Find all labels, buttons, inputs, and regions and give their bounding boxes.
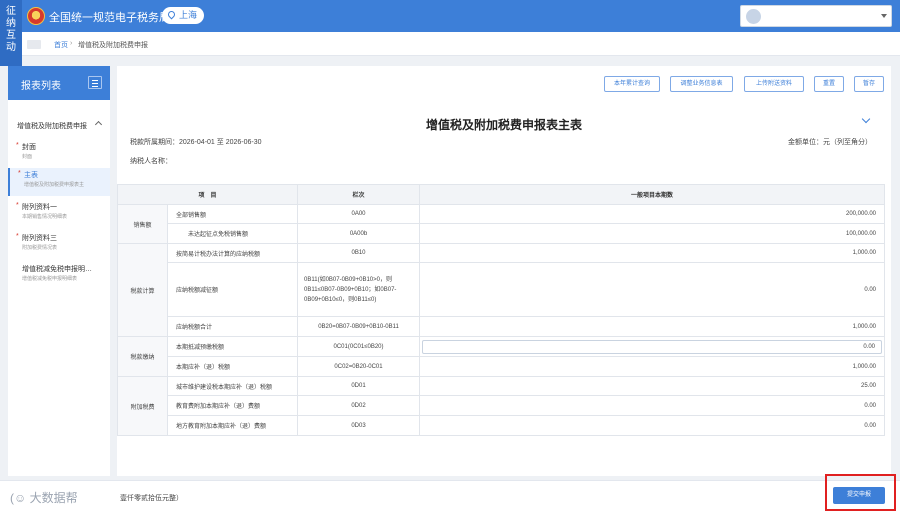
user-menu[interactable] (740, 5, 892, 27)
list-collapse-icon[interactable] (88, 76, 102, 89)
row-value: 1,000.00 (419, 356, 886, 377)
row-value: 1,000.00 (419, 316, 886, 337)
table-row: 地方教育附加本期应补（退）费额 0D03 0.00 (118, 415, 886, 436)
vat-main-table: 项 目 栏次 一般项目本期数 销售额 全部销售额 0A00 200,000.00… (116, 184, 886, 436)
report-item-cover[interactable]: * 封面 封面 (8, 140, 110, 168)
main-form-panel: 本年累计查询 调整业务信息表 上传附送资料 重置 暂存 增值税及附加税费申报表主… (116, 66, 891, 476)
bottom-action-bar: (☺ 大数据帮 壹仟零贰拾伍元整） (0, 480, 900, 513)
chevron-down-icon (881, 14, 887, 18)
row-item: 本期应补（退）税额 (166, 356, 299, 377)
required-mark: * (16, 142, 19, 149)
breadcrumb-current: 增值税及附加税费申报 (78, 42, 148, 49)
report-item-schedule-1[interactable]: * 附列资料一 本期销售情况明细表 (8, 200, 110, 228)
avatar (746, 9, 761, 24)
upload-attachments-button[interactable]: 上传附送资料 (744, 76, 804, 92)
table-row: 应纳税额减征额 0B11(如0B07-0B09+0B10>0，则0B11≤0B0… (118, 262, 886, 317)
report-list-panel: 报表列表 增值税及附加税费申报 * 封面 封面 * 主表 增值税及附加税费申报表… (8, 66, 110, 476)
yearly-total-query-button[interactable]: 本年累计查询 (604, 76, 660, 92)
row-item: 全部销售额 (166, 204, 299, 224)
row-code: 0A00b (297, 223, 421, 244)
breadcrumb-separator: › (70, 40, 73, 47)
report-list-header: 报表列表 (8, 66, 110, 100)
row-item: 应纳税额减征额 (166, 262, 299, 317)
submit-declaration-button[interactable]: 提交申报 (833, 487, 885, 504)
row-item: 按简易计税办法计算的应纳税额 (166, 243, 299, 263)
row-code: 0D03 (297, 415, 421, 436)
required-mark: * (18, 170, 21, 177)
interaction-side-tab[interactable]: 征 纳 互 动 (0, 0, 22, 66)
row-item: 本期抵减预缴税额 (166, 336, 299, 357)
table-row: 未达起征点免税销售额 0A00b 100,000.00 (118, 223, 886, 244)
table-row: 税款计算 按简易计税办法计算的应纳税额 0B10 1,000.00 (117, 243, 886, 337)
adjust-business-info-button[interactable]: 调整业务信息表 (670, 76, 733, 92)
required-mark: * (16, 233, 19, 240)
site-title: 全国统一规范电子税务局 (49, 12, 170, 24)
prepaid-deduction-input[interactable]: 0.00 (422, 339, 883, 354)
row-item: 教育费附加本期应补（退）费额 (166, 395, 299, 416)
row-value: 25.00 (419, 376, 886, 396)
report-item-main[interactable]: * 主表 增值税及附加税费申报表主 (8, 168, 110, 196)
row-value: 0.00 (419, 415, 886, 436)
row-item: 城市维护建设税本期应补（退）税额 (166, 376, 299, 396)
row-code: 0C02=0B20-0C01 (297, 356, 421, 377)
column-header-item: 项 目 (116, 184, 299, 205)
amount-unit: 金额单位：元（列至角分） (788, 139, 872, 146)
location-pin-icon (166, 9, 177, 20)
row-item: 未达起征点免税销售额 (166, 223, 299, 244)
watermark: (☺ 大数据帮 (10, 491, 78, 505)
table-row: 税款缴纳 本期抵减预缴税额 0C01(0C01≤0B20) 0.00 (117, 336, 886, 377)
report-item-tax-relief[interactable]: 增值税减免税申报明… 增值税减免税申报明细表 (8, 262, 110, 290)
tax-period: 税款所属期间：2026-04-01 至 2026-06-30 (130, 139, 262, 146)
row-item: 地方教育附加本期应补（退）费额 (166, 415, 299, 436)
row-value: 0.00 (419, 262, 886, 317)
table-row: 销售额 全部销售额 0A00 200,000.00 (117, 204, 886, 244)
row-code: 0A00 (297, 204, 421, 224)
required-mark: * (16, 202, 19, 209)
total-amount-text: 壹仟零贰拾伍元整） (120, 495, 183, 502)
chevron-up-icon[interactable] (94, 120, 103, 129)
table-row: 本期应补（退）税额 0C02=0B20-0C01 1,000.00 (118, 356, 886, 377)
reset-button[interactable]: 重置 (814, 76, 844, 92)
table-header-row: 项 目 栏次 一般项目本期数 (116, 184, 886, 205)
row-code: 0B20=0B07-0B09+0B10-0B11 (297, 316, 421, 337)
row-value: 0.00 (419, 395, 886, 416)
report-list-title: 报表列表 (21, 81, 61, 92)
row-value-cell: 0.00 (419, 336, 886, 357)
row-code: 0D01 (297, 376, 421, 396)
row-value: 200,000.00 (419, 204, 886, 224)
form-title: 增值税及附加税费申报表主表 (425, 118, 582, 132)
row-code: 0B11(如0B07-0B09+0B10>0，则0B11≤0B07-0B09+0… (297, 262, 421, 317)
breadcrumb-home-link[interactable]: 首页 (54, 40, 68, 50)
national-emblem-icon (27, 7, 45, 25)
group-label: 税款缴纳 (117, 336, 168, 377)
save-draft-button[interactable]: 暂存 (854, 76, 884, 92)
breadcrumb: 首页 › 增值税及附加税费申报 (0, 32, 900, 56)
home-icon (27, 40, 41, 49)
row-value: 100,000.00 (419, 223, 886, 244)
table-row: 附加税费 城市维护建设税本期应补（退）税额 0D01 25.00 (117, 376, 886, 436)
report-group-title[interactable]: 增值税及附加税费申报 (17, 121, 87, 131)
row-value: 1,000.00 (419, 243, 886, 263)
table-row: 应纳税额合计 0B20=0B07-0B09+0B10-0B11 1,000.00 (118, 316, 886, 337)
taxpayer-name: 纳税人名称： (130, 158, 172, 165)
row-code: 0C01(0C01≤0B20) (297, 336, 421, 357)
report-item-schedule-3[interactable]: * 附列资料三 附加税费情况表 (8, 231, 110, 259)
group-label: 税款计算 (117, 243, 168, 337)
table-row: 教育费附加本期应补（退）费额 0D02 0.00 (118, 395, 886, 416)
group-label: 销售额 (117, 204, 168, 244)
row-code: 0B10 (297, 243, 421, 263)
group-label: 附加税费 (117, 376, 168, 436)
column-header-amount: 一般项目本期数 (419, 184, 886, 205)
top-bar: 全国统一规范电子税务局 上海 (0, 0, 900, 32)
row-item: 应纳税额合计 (166, 316, 299, 337)
region-selector[interactable]: 上海 (162, 7, 205, 24)
row-code: 0D02 (297, 395, 421, 416)
column-header-code: 栏次 (297, 184, 421, 205)
region-label: 上海 (179, 10, 198, 20)
